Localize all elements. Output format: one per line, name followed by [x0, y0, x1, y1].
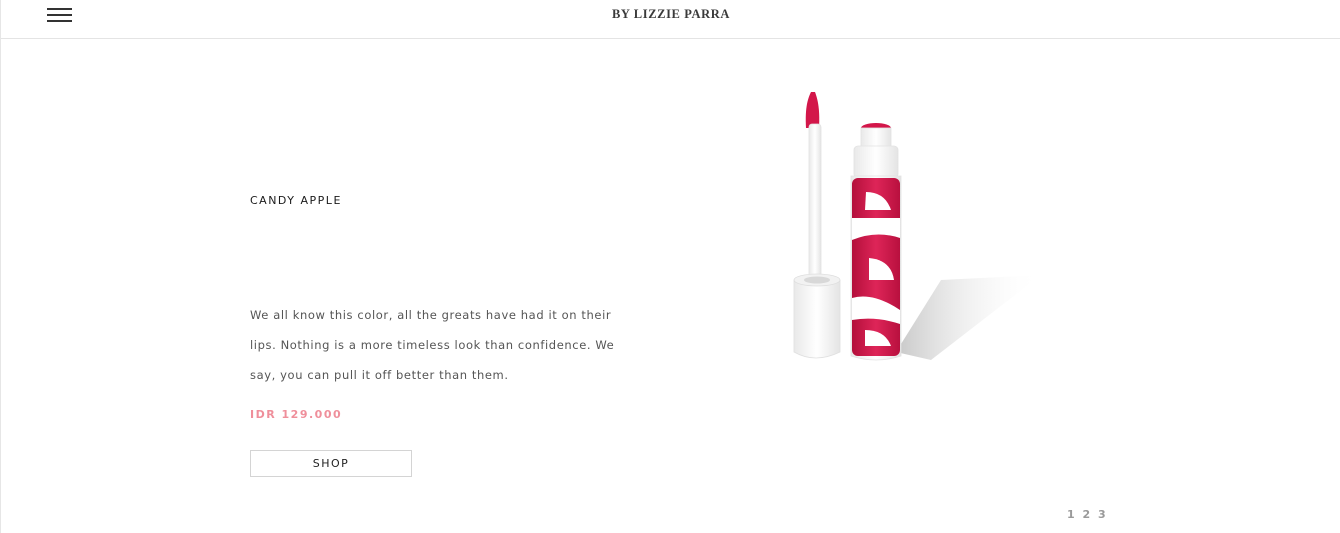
- applicator-stem: [808, 123, 822, 285]
- lip-cream-product-image: [793, 92, 1041, 361]
- applicator-tip: [805, 92, 820, 128]
- pagination-page-3[interactable]: 3: [1098, 508, 1107, 521]
- product-description: We all know this color, all the greats h…: [250, 308, 615, 382]
- pagination: 1 2 3: [1067, 508, 1109, 521]
- product-price: IDR 129.000: [250, 408, 343, 421]
- pagination-page-2[interactable]: 2: [1083, 508, 1092, 521]
- shop-button[interactable]: SHOP: [250, 450, 412, 477]
- product-shadow: [896, 275, 1041, 360]
- applicator-cap: [793, 279, 841, 359]
- product-name: CANDY APPLE: [250, 194, 342, 207]
- page: BY LIZZIE PARRA CANDY APPLE We all know …: [0, 0, 1340, 533]
- brand-logo[interactable]: BY LIZZIE PARRA: [1, 7, 1340, 22]
- pagination-page-1[interactable]: 1: [1067, 508, 1076, 521]
- site-header: BY LIZZIE PARRA: [1, 0, 1340, 39]
